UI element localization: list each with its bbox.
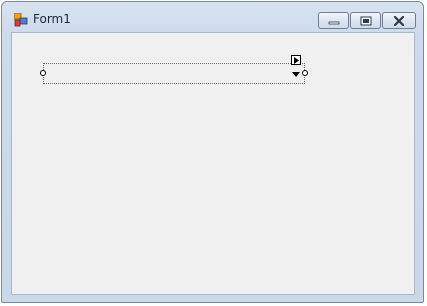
title-bar[interactable]: Form1: [2, 2, 423, 32]
maximize-button[interactable]: [350, 12, 381, 29]
smart-tag-button[interactable]: [291, 55, 301, 65]
minimize-button[interactable]: [318, 12, 349, 29]
chevron-down-icon[interactable]: [292, 72, 300, 77]
combo-box[interactable]: [43, 63, 305, 84]
form-client-area: [11, 32, 415, 295]
resize-handle-left[interactable]: [40, 70, 46, 76]
maximize-icon: [360, 16, 371, 25]
smart-tag-arrow-icon: [294, 57, 299, 64]
window-title: Form1: [33, 12, 71, 26]
resize-handle-right[interactable]: [302, 70, 308, 76]
close-button[interactable]: [382, 12, 416, 29]
close-icon: [393, 15, 405, 26]
form-window: Form1: [1, 1, 424, 303]
minimize-icon: [328, 21, 339, 24]
form-app-icon: [13, 12, 28, 27]
